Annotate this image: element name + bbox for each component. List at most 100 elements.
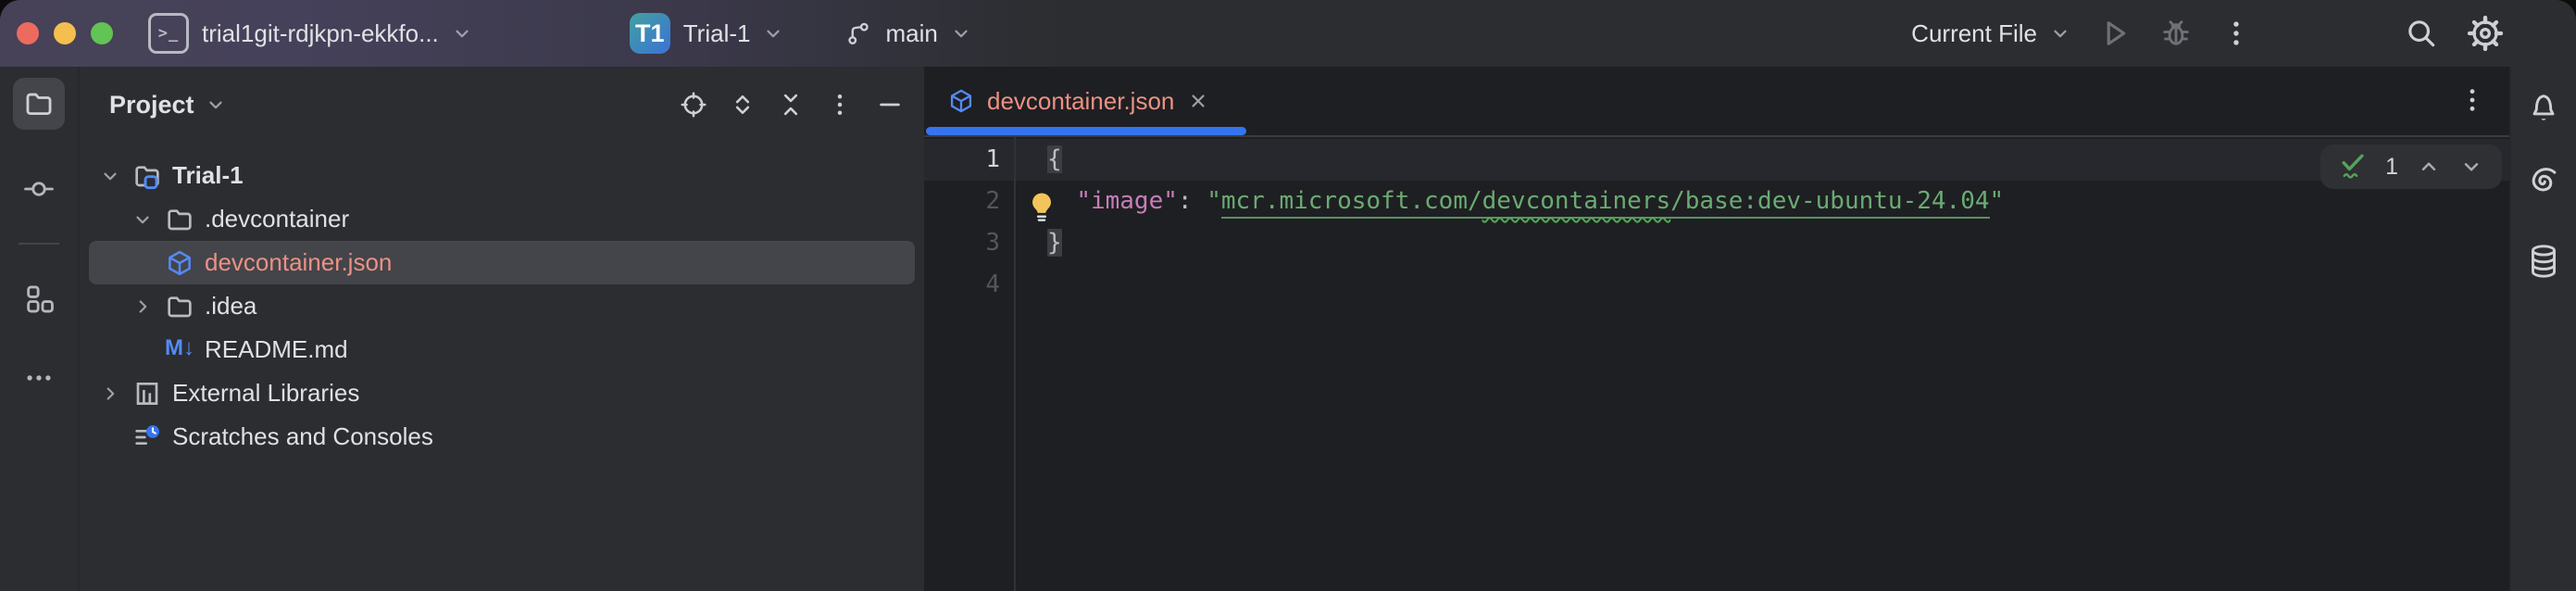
line-number: 4 bbox=[924, 264, 1000, 306]
tree-item-label: README.md bbox=[205, 335, 348, 364]
scratches-icon bbox=[132, 422, 162, 452]
more-toolwindows-button[interactable] bbox=[13, 352, 65, 404]
stripe-divider bbox=[19, 243, 59, 245]
titlebar-right-actions: Current File bbox=[1911, 15, 2504, 52]
run-configuration-label: Current File bbox=[1911, 19, 2037, 48]
database-icon[interactable] bbox=[2526, 243, 2561, 280]
line-number: 2 bbox=[924, 181, 1000, 222]
ide-window: >_ trial1git-rdjkpn-ekkfo... T1 Trial-1 … bbox=[0, 0, 2576, 591]
more-actions-kebab-icon[interactable] bbox=[2220, 18, 2252, 49]
project-root-folder-icon bbox=[132, 161, 162, 191]
collapse-all-icon[interactable] bbox=[778, 92, 804, 118]
tree-item-label: External Libraries bbox=[172, 379, 359, 408]
chevron-down-icon[interactable] bbox=[206, 94, 226, 115]
previous-problem-chevron-up-icon[interactable] bbox=[2417, 155, 2441, 179]
line-number: 1 bbox=[924, 139, 1000, 181]
tree-item-label: devcontainer.json bbox=[205, 248, 392, 277]
next-problem-chevron-down-icon[interactable] bbox=[2459, 155, 2483, 179]
chevron-spacer bbox=[132, 340, 153, 360]
traffic-lights bbox=[17, 22, 113, 44]
gutter-separator bbox=[1014, 137, 1016, 591]
editor-body[interactable]: 1 2 3 4 { "image": "mcr.microsoft.com/de… bbox=[924, 137, 2509, 591]
tree-item-label: .idea bbox=[205, 292, 256, 321]
structure-toolwindow-button[interactable] bbox=[13, 272, 65, 324]
chevron-right-icon[interactable] bbox=[132, 296, 153, 317]
ellipsis-icon bbox=[23, 362, 55, 394]
debug-icon[interactable] bbox=[2159, 17, 2193, 50]
task-badge: T1 bbox=[630, 13, 670, 54]
search-everywhere-icon[interactable] bbox=[2404, 16, 2439, 51]
project-panel-header: Project bbox=[80, 67, 924, 143]
folder-icon bbox=[23, 88, 55, 119]
inspections-ok-icon bbox=[2339, 152, 2367, 182]
tree-row-trial-1[interactable]: Trial-1 bbox=[89, 154, 915, 197]
zoom-window-button[interactable] bbox=[91, 22, 113, 44]
task-label: Trial-1 bbox=[683, 19, 751, 48]
inspections-widget[interactable]: 1 bbox=[2320, 145, 2502, 189]
editor-tab-bar: devcontainer.json bbox=[924, 67, 2509, 137]
commit-icon bbox=[23, 173, 55, 205]
code-line-3: } bbox=[1047, 222, 2004, 264]
intention-bulb-icon[interactable] bbox=[1026, 190, 1057, 223]
task-widget[interactable]: T1 Trial-1 bbox=[630, 13, 784, 54]
tree-item-label: .devcontainer bbox=[205, 205, 349, 233]
tab-options-kebab-icon[interactable] bbox=[2457, 85, 2487, 115]
code-line-1: { bbox=[1047, 139, 2004, 181]
terminal-project-icon: >_ bbox=[148, 13, 189, 54]
window-project-title: trial1git-rdjkpn-ekkfo... bbox=[202, 19, 439, 48]
chevron-down-icon bbox=[951, 23, 971, 44]
active-tab-indicator bbox=[926, 127, 1246, 135]
ai-assistant-icon[interactable] bbox=[2526, 167, 2561, 202]
markdown-file-icon: M↓ bbox=[165, 335, 194, 365]
git-branch-icon bbox=[844, 19, 872, 47]
tree-row-scratches[interactable]: Scratches and Consoles bbox=[89, 415, 915, 459]
left-toolwindow-stripe bbox=[0, 67, 80, 591]
devcontainer-cube-icon bbox=[948, 88, 974, 114]
locate-file-icon[interactable] bbox=[680, 91, 707, 119]
code-content[interactable]: { "image": "mcr.microsoft.com/devcontain… bbox=[1047, 139, 2004, 264]
code-line-2: "image": "mcr.microsoft.com/devcontainer… bbox=[1047, 181, 2004, 222]
project-panel: Project Trial-1 bbox=[80, 67, 924, 591]
expand-all-icon[interactable] bbox=[730, 92, 756, 118]
panel-title[interactable]: Project bbox=[109, 91, 194, 119]
minimize-window-button[interactable] bbox=[54, 22, 76, 44]
panel-header-actions bbox=[680, 91, 904, 119]
project-tree: Trial-1 .devcontainer devcontainer.json bbox=[80, 154, 924, 459]
panel-options-kebab-icon[interactable] bbox=[826, 91, 854, 119]
chevron-down-icon bbox=[763, 23, 783, 44]
vcs-widget[interactable]: main bbox=[844, 19, 970, 48]
chevron-down-icon bbox=[452, 23, 472, 44]
close-tab-icon[interactable] bbox=[1187, 90, 1209, 112]
run-configuration-selector[interactable]: Current File bbox=[1911, 19, 2070, 48]
commit-toolwindow-button[interactable] bbox=[13, 163, 65, 215]
line-number: 3 bbox=[924, 222, 1000, 264]
inspections-count: 1 bbox=[2385, 154, 2398, 181]
tree-item-label: Scratches and Consoles bbox=[172, 422, 433, 451]
tree-row-external-libraries[interactable]: External Libraries bbox=[89, 371, 915, 415]
chevron-down-icon[interactable] bbox=[100, 166, 120, 186]
chevron-down-icon[interactable] bbox=[132, 209, 153, 230]
main-area: Project Trial-1 bbox=[0, 67, 2576, 591]
folder-icon bbox=[165, 292, 194, 321]
run-icon[interactable] bbox=[2098, 17, 2132, 50]
project-toolwindow-button[interactable] bbox=[13, 78, 65, 130]
notifications-bell-icon[interactable] bbox=[2526, 89, 2561, 126]
close-window-button[interactable] bbox=[17, 22, 39, 44]
libraries-icon bbox=[132, 379, 162, 409]
tree-row-devcontainer-folder[interactable]: .devcontainer bbox=[89, 197, 915, 241]
chevron-right-icon[interactable] bbox=[100, 384, 120, 404]
tab-devcontainer-json[interactable]: devcontainer.json bbox=[924, 67, 1230, 135]
tree-item-label: Trial-1 bbox=[172, 161, 244, 190]
hide-panel-icon[interactable] bbox=[876, 91, 904, 119]
tree-row-idea-folder[interactable]: .idea bbox=[89, 284, 915, 328]
structure-icon bbox=[23, 283, 55, 314]
tree-row-devcontainer-json[interactable]: devcontainer.json bbox=[89, 241, 915, 284]
chevron-down-icon bbox=[2050, 23, 2070, 44]
tree-row-readme[interactable]: M↓ README.md bbox=[89, 328, 915, 371]
settings-gear-icon[interactable] bbox=[2467, 15, 2504, 52]
editor-area: devcontainer.json 1 2 3 4 { "image": "mc… bbox=[924, 67, 2509, 591]
title-bar: >_ trial1git-rdjkpn-ekkfo... T1 Trial-1 … bbox=[0, 0, 2576, 67]
tab-label: devcontainer.json bbox=[987, 87, 1174, 116]
right-toolwindow-stripe bbox=[2509, 67, 2576, 591]
project-widget[interactable]: >_ trial1git-rdjkpn-ekkfo... bbox=[148, 13, 472, 54]
